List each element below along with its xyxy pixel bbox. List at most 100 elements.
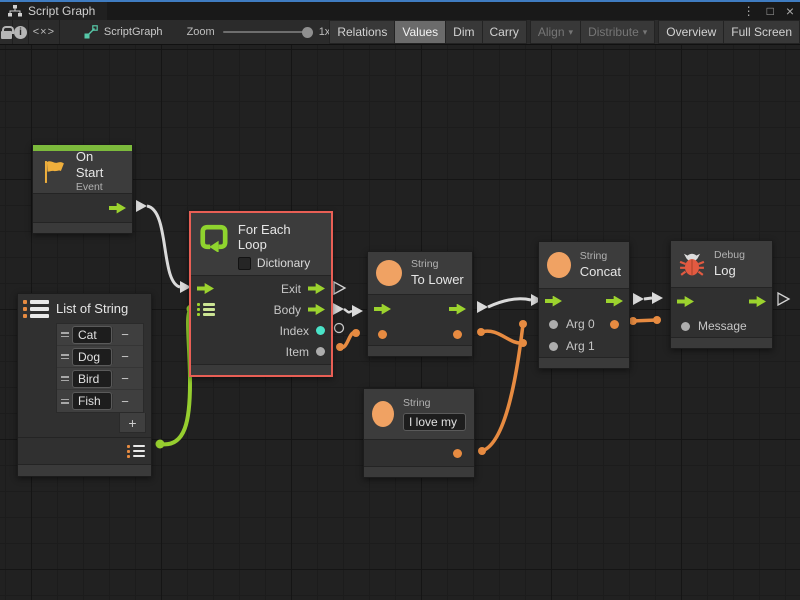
node-on-start[interactable]: On Start Event <box>32 144 133 234</box>
flow-out-port[interactable] <box>449 304 466 315</box>
body-out-port[interactable] <box>308 304 325 315</box>
window-menu-icon[interactable]: ⋮ <box>743 5 755 17</box>
remove-item-button[interactable]: − <box>112 371 137 386</box>
flow-out-port[interactable] <box>109 203 126 214</box>
node-footer <box>191 364 331 375</box>
node-title: Concat <box>580 264 621 280</box>
exit-unconnected-triangle <box>334 282 345 294</box>
flow-in-port[interactable] <box>197 283 214 294</box>
flow-in-port[interactable] <box>374 304 391 315</box>
relations-toggle[interactable]: Relations <box>329 20 395 44</box>
port-label-body: Body <box>274 303 301 317</box>
string-out-port[interactable] <box>453 449 462 458</box>
graph-toolbar: i <×> ScriptGraph Zoom 1x Relations Valu… <box>0 20 800 45</box>
add-item-button[interactable]: + <box>119 413 146 433</box>
fullscreen-button[interactable]: Full Screen <box>723 20 800 44</box>
code-preview-button[interactable]: <×> <box>29 20 60 44</box>
log-exit-unconnected-triangle <box>778 293 789 305</box>
info-button[interactable]: i <box>13 20 29 44</box>
lock-icon <box>1 31 12 39</box>
lock-button[interactable] <box>0 20 13 44</box>
graph-canvas[interactable]: On Start Event List of String <box>0 45 800 600</box>
list-item-row: − <box>57 324 143 346</box>
node-category: Debug <box>714 249 745 263</box>
wire-body-to-tolower[interactable] <box>333 303 363 317</box>
align-dropdown[interactable]: Align ▾ <box>530 20 581 44</box>
flow-out-port[interactable] <box>749 296 766 307</box>
list-item-field[interactable] <box>72 370 112 388</box>
node-category: String <box>411 258 464 272</box>
graph-hierarchy-icon <box>8 5 22 17</box>
wire-tolower-to-concat[interactable] <box>477 294 542 313</box>
flow-in-port[interactable] <box>677 296 694 307</box>
port-label-index: Index <box>280 324 309 338</box>
node-title: List of String <box>56 301 128 316</box>
drag-handle-icon[interactable] <box>57 399 72 404</box>
list-item-field[interactable] <box>72 392 112 410</box>
zoom-slider-handle[interactable] <box>302 27 313 38</box>
remove-item-button[interactable]: − <box>112 349 137 364</box>
breadcrumb[interactable]: ScriptGraph <box>74 20 173 44</box>
node-title: To Lower <box>411 272 464 288</box>
collection-in-port[interactable] <box>197 303 215 316</box>
exit-out-port[interactable] <box>308 283 325 294</box>
node-footer <box>539 357 629 368</box>
dim-toggle[interactable]: Dim <box>445 20 482 44</box>
wire-onstart-to-foreach[interactable] <box>136 200 191 293</box>
node-title: Log <box>714 263 745 279</box>
string-unit-icon <box>547 252 571 278</box>
node-string-to-lower[interactable]: String To Lower <box>367 251 473 357</box>
node-footer <box>33 222 132 233</box>
index-unconnected-circle <box>335 324 344 333</box>
port-label-arg1: Arg 1 <box>566 339 595 353</box>
port-label-item: Item <box>286 345 309 359</box>
carry-toggle[interactable]: Carry <box>482 20 527 44</box>
string-value-field[interactable] <box>403 413 466 431</box>
remove-item-button[interactable]: − <box>112 327 137 342</box>
code-preview-icon: <×> <box>33 26 55 38</box>
arg0-in-port[interactable] <box>549 320 558 329</box>
tab-script-graph[interactable]: Script Graph <box>0 2 107 20</box>
maximize-icon[interactable]: □ <box>767 5 774 17</box>
list-item-field[interactable] <box>72 348 112 366</box>
remove-item-button[interactable]: − <box>112 394 137 409</box>
flag-icon <box>41 159 67 185</box>
distribute-dropdown[interactable]: Distribute ▾ <box>580 20 655 44</box>
wire-literal-to-arg0[interactable] <box>478 320 527 455</box>
dictionary-checkbox-label: Dictionary <box>257 256 310 270</box>
wire-tolower-to-arg1[interactable] <box>477 328 527 347</box>
message-in-port[interactable] <box>681 322 690 331</box>
string-in-port[interactable] <box>378 330 387 339</box>
arg1-in-port[interactable] <box>549 342 558 351</box>
node-string-concat[interactable]: String Concat Arg 0 Arg 1 <box>538 241 630 369</box>
drag-handle-icon[interactable] <box>57 376 72 381</box>
dictionary-checkbox[interactable] <box>238 257 251 270</box>
item-out-port[interactable] <box>316 347 325 356</box>
values-toggle[interactable]: Values <box>394 20 446 44</box>
string-unit-icon <box>376 260 402 286</box>
loop-icon <box>199 222 229 252</box>
index-out-port[interactable] <box>316 326 325 335</box>
wire-concat-to-log[interactable] <box>633 292 663 305</box>
list-item-field[interactable] <box>72 326 112 344</box>
result-out-port[interactable] <box>610 320 619 329</box>
wire-concat-to-message[interactable] <box>629 316 661 325</box>
info-icon: i <box>14 26 27 39</box>
zoom-slider[interactable] <box>223 31 311 33</box>
string-out-port[interactable] <box>453 330 462 339</box>
flow-out-port[interactable] <box>606 296 623 307</box>
overview-button[interactable]: Overview <box>658 20 724 44</box>
drag-handle-icon[interactable] <box>57 332 72 337</box>
chevron-down-icon: ▾ <box>569 27 574 38</box>
node-string-literal[interactable]: String <box>363 388 475 478</box>
node-list-of-string[interactable]: List of String − − − <box>17 293 152 477</box>
wire-item-to-tolower[interactable] <box>336 329 360 351</box>
list-out-port[interactable] <box>127 445 145 458</box>
flow-in-port[interactable] <box>545 296 562 307</box>
node-subtitle: Event <box>76 181 124 195</box>
list-item-row: − <box>57 368 143 390</box>
drag-handle-icon[interactable] <box>57 354 72 359</box>
node-debug-log[interactable]: Debug Log Message <box>670 240 773 349</box>
node-for-each-loop[interactable]: For Each Loop Dictionary Exit <box>189 211 333 377</box>
close-icon[interactable]: × <box>786 4 794 18</box>
